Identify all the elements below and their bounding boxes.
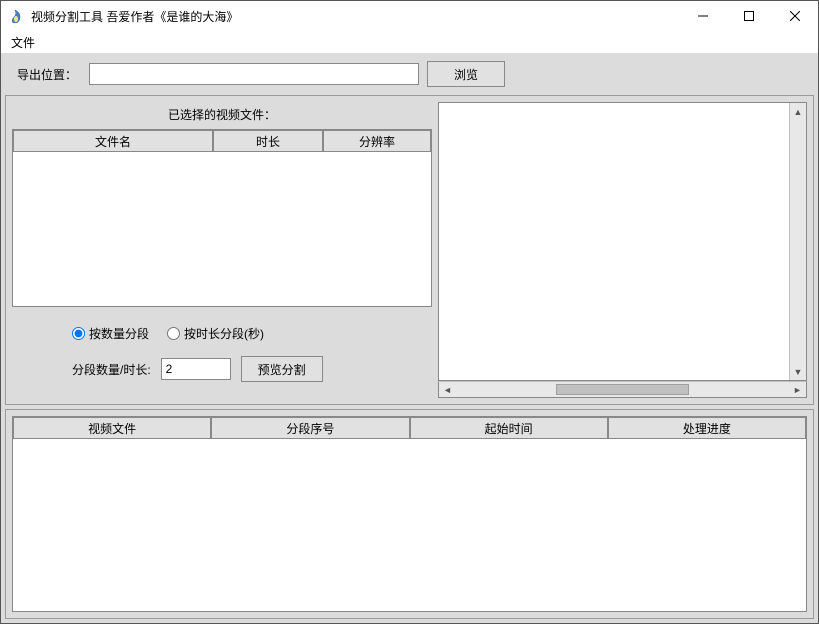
col-result-file[interactable]: 视频文件 <box>13 417 211 439</box>
radio-by-duration-label: 按时长分段(秒) <box>184 325 264 342</box>
preview-hscrollbar[interactable]: ◄ ► <box>438 381 807 398</box>
result-table-header: 视频文件 分段序号 起始时间 处理进度 <box>13 417 806 439</box>
menu-file[interactable]: 文件 <box>5 32 41 53</box>
col-filename[interactable]: 文件名 <box>13 130 213 152</box>
preview-split-button[interactable]: 预览分割 <box>241 356 323 382</box>
result-table: 视频文件 分段序号 起始时间 处理进度 <box>12 416 807 612</box>
scroll-down-icon[interactable]: ▼ <box>790 363 806 380</box>
left-column: 已选择的视频文件： 文件名 时长 分辨率 按数量分段 按时长分段(秒) <box>12 102 432 398</box>
browse-button[interactable]: 浏览 <box>427 61 505 87</box>
col-result-progress[interactable]: 处理进度 <box>608 417 806 439</box>
radio-by-count-input[interactable] <box>72 327 85 340</box>
segment-value-row: 分段数量/时长: 预览分割 <box>12 352 432 382</box>
scroll-up-icon[interactable]: ▲ <box>790 103 806 120</box>
scroll-left-icon[interactable]: ◄ <box>439 382 456 397</box>
export-label: 导出位置： <box>13 66 81 83</box>
segment-count-input[interactable] <box>161 358 231 380</box>
file-table-body[interactable] <box>13 152 431 306</box>
segment-count-label: 分段数量/时长: <box>72 361 151 378</box>
middle-panel: 已选择的视频文件： 文件名 时长 分辨率 按数量分段 按时长分段(秒) <box>5 95 814 405</box>
file-table: 文件名 时长 分辨率 <box>12 129 432 307</box>
preview-pane: ▲ ▼ ◄ ► <box>438 102 807 398</box>
minimize-button[interactable] <box>680 1 726 31</box>
hscroll-thumb[interactable] <box>556 384 689 395</box>
preview-vscrollbar[interactable]: ▲ ▼ <box>789 103 806 380</box>
col-result-segno[interactable]: 分段序号 <box>211 417 409 439</box>
app-icon <box>9 8 25 24</box>
vscroll-track[interactable] <box>790 120 806 363</box>
col-duration[interactable]: 时长 <box>213 130 323 152</box>
menubar: 文件 <box>1 31 818 53</box>
hscroll-track[interactable] <box>456 382 789 397</box>
col-resolution[interactable]: 分辨率 <box>323 130 431 152</box>
radio-by-count-label: 按数量分段 <box>89 325 149 342</box>
window-controls <box>680 1 818 31</box>
bottom-panel: 视频文件 分段序号 起始时间 处理进度 <box>5 409 814 619</box>
col-result-start[interactable]: 起始时间 <box>410 417 608 439</box>
window-title: 视频分割工具 吾爱作者《是谁的大海》 <box>31 8 680 25</box>
scroll-right-icon[interactable]: ► <box>789 382 806 397</box>
export-path-input[interactable] <box>89 63 419 85</box>
maximize-button[interactable] <box>726 1 772 31</box>
client-area: 导出位置： 浏览 已选择的视频文件： 文件名 时长 分辨率 按数量分段 <box>1 53 818 623</box>
result-table-body[interactable] <box>13 439 806 611</box>
radio-by-duration-input[interactable] <box>167 327 180 340</box>
close-button[interactable] <box>772 1 818 31</box>
file-table-header: 文件名 时长 分辨率 <box>13 130 431 152</box>
radio-by-duration[interactable]: 按时长分段(秒) <box>167 325 264 342</box>
titlebar: 视频分割工具 吾爱作者《是谁的大海》 <box>1 1 818 31</box>
export-row: 导出位置： 浏览 <box>5 57 814 91</box>
segment-mode-options: 按数量分段 按时长分段(秒) <box>12 307 432 352</box>
radio-by-count[interactable]: 按数量分段 <box>72 325 149 342</box>
selected-files-label: 已选择的视频文件： <box>12 102 432 129</box>
preview-canvas[interactable]: ▲ ▼ <box>438 102 807 381</box>
